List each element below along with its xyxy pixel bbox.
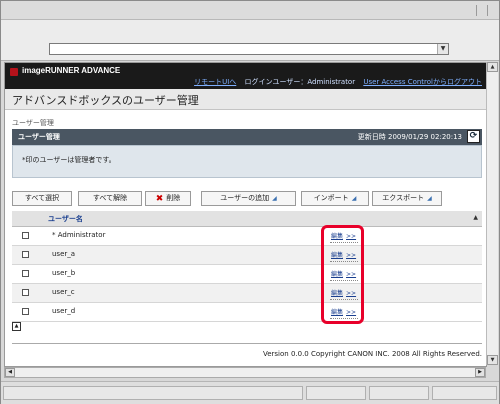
address-bar-area: ▼ bbox=[1, 20, 499, 61]
updated-timestamp: 更新日時 2009/01/29 02:20:13 bbox=[357, 133, 462, 141]
clear-all-button[interactable]: すべて解除 bbox=[78, 191, 142, 206]
remote-ui-link[interactable]: リモートUIへ bbox=[194, 77, 236, 87]
scroll-down-icon[interactable]: ▼ bbox=[487, 355, 498, 365]
copyright-text: Version 0.0.0 Copyright CANON INC. 2008 … bbox=[262, 350, 482, 358]
username-column-header[interactable]: ユーザー名 bbox=[48, 214, 83, 224]
table-row: user_d 編集 >> bbox=[12, 303, 482, 322]
toolbar-separator bbox=[487, 5, 488, 16]
export-button[interactable]: エクスポート ◢ bbox=[372, 191, 442, 206]
username: user_a bbox=[52, 250, 76, 258]
edit-column-highlight bbox=[321, 225, 364, 324]
canon-logo-icon bbox=[10, 68, 18, 76]
table-header: ユーザー名 ▲ bbox=[12, 211, 482, 227]
login-user-label: ログインユーザー：Administrator bbox=[244, 78, 356, 86]
panel-title: ユーザー管理 bbox=[18, 133, 60, 141]
row-checkbox[interactable] bbox=[22, 308, 29, 315]
address-dropdown-icon[interactable]: ▼ bbox=[437, 44, 448, 54]
username: * Administrator bbox=[52, 231, 106, 239]
status-segment bbox=[3, 386, 303, 400]
status-segment bbox=[369, 386, 429, 400]
brand-header: imageRUNNER ADVANCE リモートUIへ ログインユーザー：Adm… bbox=[5, 63, 486, 89]
panel-body: *印のユーザーは管理者です。 bbox=[12, 145, 482, 178]
row-checkbox[interactable] bbox=[22, 289, 29, 296]
scroll-up-icon[interactable]: ▲ bbox=[487, 62, 498, 72]
delete-icon: ✖ bbox=[155, 194, 164, 204]
brand-name: imageRUNNER ADVANCE bbox=[22, 66, 121, 75]
logout-link[interactable]: User Access Controlからログアウト bbox=[363, 77, 482, 87]
delete-label: 削除 bbox=[166, 194, 181, 202]
status-segment bbox=[306, 386, 366, 400]
add-user-button[interactable]: ユーザーの追加 ◢ bbox=[201, 191, 296, 206]
username: user_c bbox=[52, 288, 75, 296]
menu-arrow-icon: ◢ bbox=[272, 195, 277, 202]
delete-button[interactable]: ✖ 削除 bbox=[145, 191, 191, 206]
sort-icon[interactable]: ▲ bbox=[473, 214, 478, 221]
select-all-button[interactable]: すべて選択 bbox=[12, 191, 72, 206]
refresh-icon[interactable]: ⟳ bbox=[467, 130, 480, 143]
browser-window: ▼ imageRUNNER ADVANCE リモートUIへ ログインユーザー：A… bbox=[0, 0, 500, 404]
toolbar-separator bbox=[476, 5, 477, 16]
horizontal-scrollbar[interactable]: ◀ ▶ bbox=[4, 367, 486, 378]
row-checkbox[interactable] bbox=[22, 232, 29, 239]
web-page: imageRUNNER ADVANCE リモートUIへ ログインユーザー：Adm… bbox=[4, 62, 487, 367]
row-checkbox[interactable] bbox=[22, 270, 29, 277]
header-links: リモートUIへ ログインユーザー：Administrator User Acce… bbox=[194, 77, 482, 87]
status-bar bbox=[1, 381, 499, 404]
scroll-right-icon[interactable]: ▶ bbox=[475, 368, 485, 377]
import-label: インポート bbox=[313, 194, 349, 202]
breadcrumb: ユーザー管理 bbox=[12, 119, 54, 127]
table-row: * Administrator 編集 >> bbox=[12, 227, 482, 246]
vertical-scrollbar[interactable]: ▲ ▼ bbox=[486, 62, 498, 365]
menu-arrow-icon: ◢ bbox=[351, 195, 357, 202]
admin-note: *印のユーザーは管理者です。 bbox=[22, 156, 116, 164]
username: user_d bbox=[52, 307, 76, 315]
address-input[interactable]: ▼ bbox=[49, 43, 449, 55]
page-title: アドバンスドボックスのユーザー管理 bbox=[12, 94, 199, 107]
import-button[interactable]: インポート ◢ bbox=[301, 191, 369, 206]
table-row: user_c 編集 >> bbox=[12, 284, 482, 303]
add-user-label: ユーザーの追加 bbox=[220, 194, 270, 202]
table-row: user_a 編集 >> bbox=[12, 246, 482, 265]
title-band: アドバンスドボックスのユーザー管理 bbox=[5, 89, 486, 110]
panel-header: ユーザー管理 更新日時 2009/01/29 02:20:13 ⟳ bbox=[12, 129, 482, 145]
status-segment bbox=[432, 386, 497, 400]
footer-divider bbox=[12, 343, 482, 344]
username: user_b bbox=[52, 269, 76, 277]
scroll-left-icon[interactable]: ◀ bbox=[5, 368, 15, 377]
menu-arrow-icon: ◢ bbox=[427, 195, 432, 202]
table-row: user_b 編集 >> bbox=[12, 265, 482, 284]
browser-toolbar bbox=[1, 1, 499, 20]
page-top-icon[interactable]: ▲ bbox=[12, 322, 21, 331]
row-checkbox[interactable] bbox=[22, 251, 29, 258]
export-label: エクスポート bbox=[382, 194, 425, 202]
